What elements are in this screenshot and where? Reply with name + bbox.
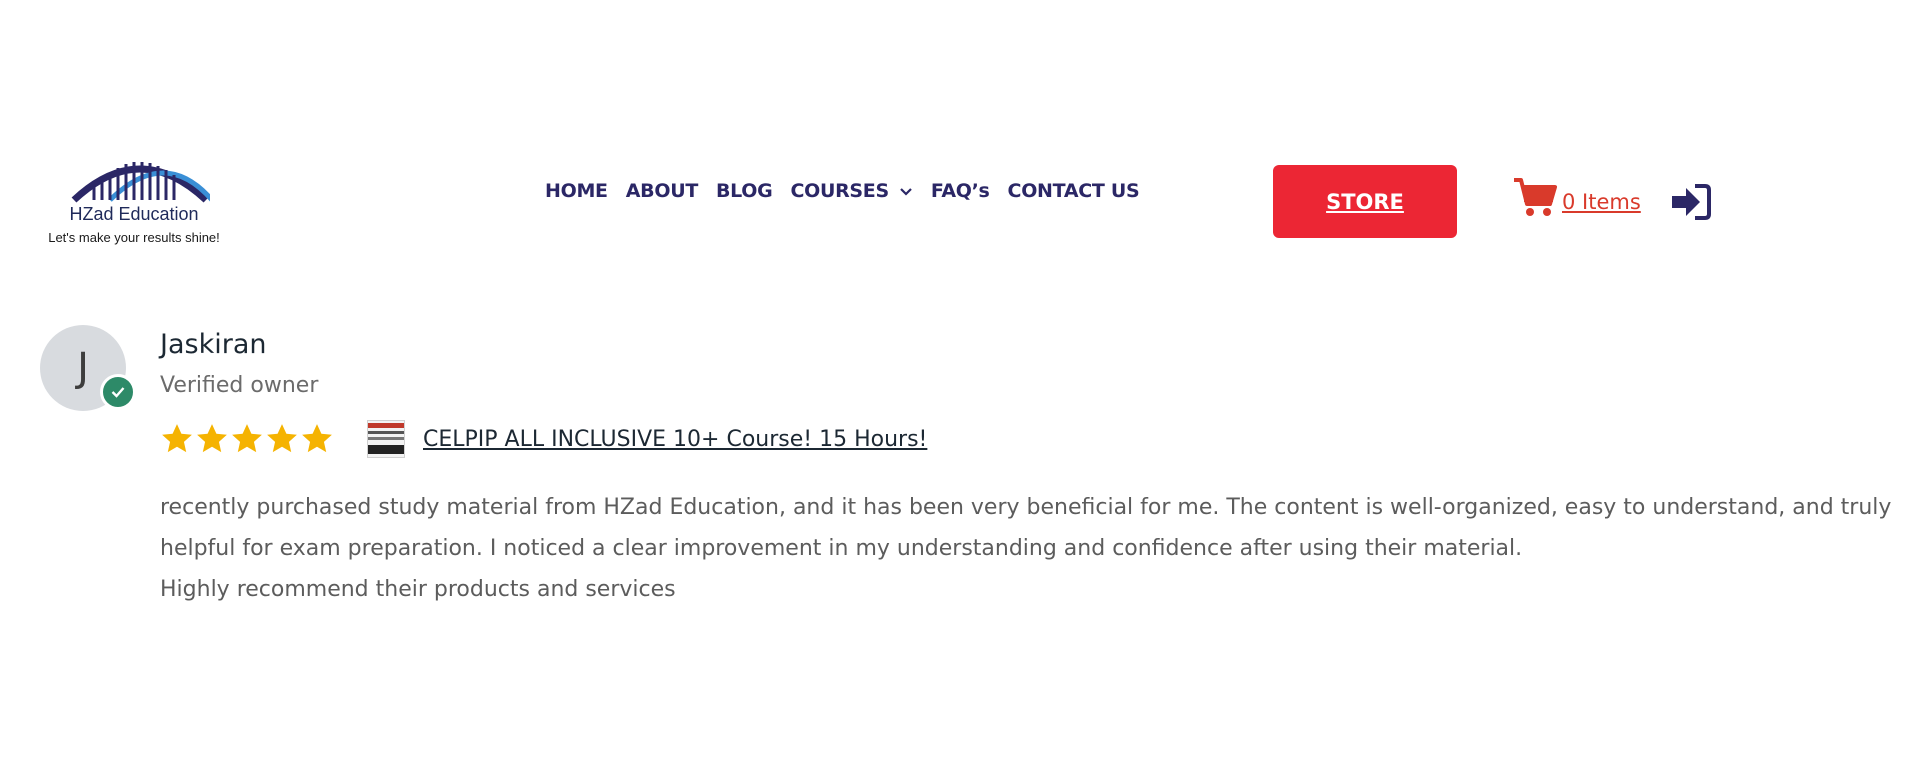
star-icon: [162, 424, 192, 453]
star-icon: [267, 424, 297, 453]
star-icon: [302, 424, 332, 453]
cart-items-label: 0 Items: [1562, 190, 1641, 214]
review-paragraph: recently purchased study material from H…: [160, 495, 1892, 561]
star-icon: [197, 424, 227, 453]
nav-about-label: ABOUT: [625, 180, 699, 202]
nav-faqs[interactable]: FAQ’s: [931, 180, 990, 202]
nav-faqs-label: FAQ’s: [930, 180, 990, 202]
cart-link[interactable]: 0 Items: [1512, 176, 1641, 218]
nav-home-label: HOME: [545, 180, 608, 202]
nav-home[interactable]: HOME: [545, 180, 608, 202]
review-paragraph: Highly recommend their products and serv…: [160, 577, 676, 602]
review-text: recently purchased study material from H…: [160, 487, 1920, 610]
nav-contact-us-label: CONTACT US: [1007, 180, 1140, 202]
cart-icon: [1514, 178, 1557, 216]
logo-brand-name: HZad Education: [69, 204, 199, 224]
nav-courses[interactable]: COURSES: [790, 180, 912, 202]
reviewer-status: Verified owner: [160, 373, 319, 398]
product-link[interactable]: CELPIP ALL INCLUSIVE 10+ Course! 15 Hour…: [423, 427, 927, 452]
store-button[interactable]: STORE: [1273, 165, 1457, 238]
avatar-initial: J: [77, 345, 89, 391]
reviewer-name: Jaskiran: [160, 329, 267, 360]
nav-contact-us[interactable]: CONTACT US: [1008, 180, 1140, 202]
logo[interactable]: HZad Education Let's make your results s…: [36, 146, 232, 250]
sign-in-icon[interactable]: [1670, 183, 1712, 221]
product-thumbnail[interactable]: [367, 420, 405, 458]
nav-courses-label: COURSES: [790, 180, 889, 202]
logo-tagline: Let's make your results shine!: [48, 230, 220, 245]
bridge-logo-icon: [71, 162, 210, 203]
rating-row: CELPIP ALL INCLUSIVE 10+ Course! 15 Hour…: [160, 420, 927, 458]
nav-blog-label: BLOG: [715, 180, 773, 202]
chevron-down-icon[interactable]: [899, 187, 913, 196]
nav-about[interactable]: ABOUT: [625, 180, 699, 202]
star-icon: [232, 424, 262, 453]
verified-check-icon: [100, 374, 136, 410]
main-nav: HOME ABOUT BLOG COURSES FAQ’s CONTACT US: [545, 180, 1157, 202]
nav-blog[interactable]: BLOG: [715, 180, 773, 202]
star-rating: [160, 422, 335, 456]
